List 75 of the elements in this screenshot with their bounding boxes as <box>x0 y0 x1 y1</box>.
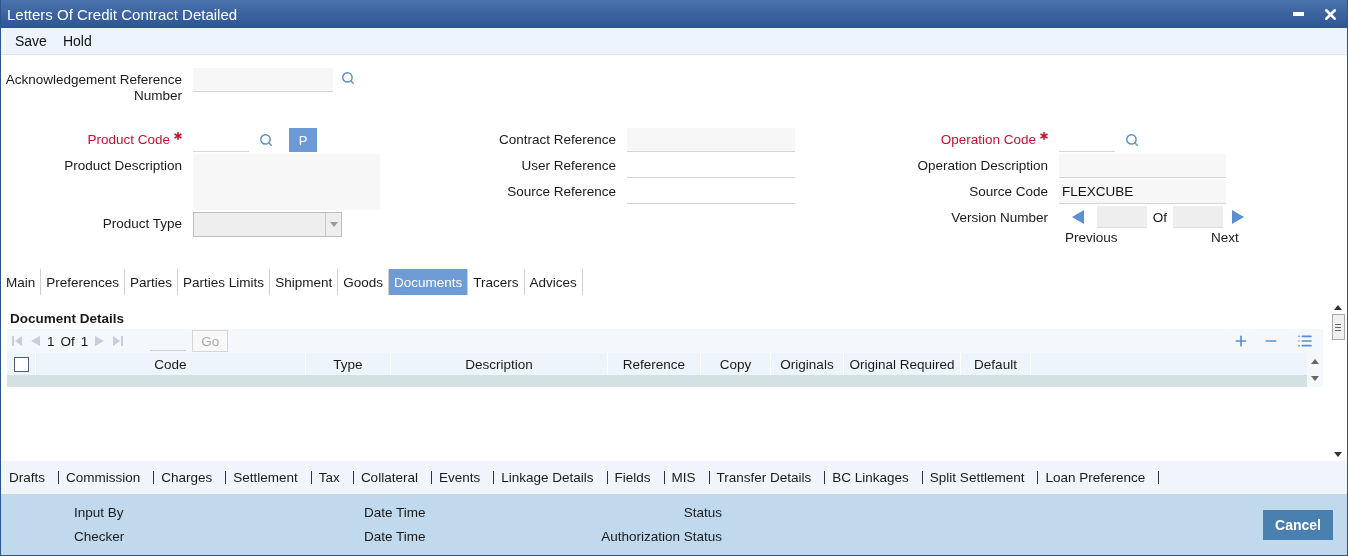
section-link[interactable]: Split Settlement <box>922 471 1039 484</box>
scroll-up-icon[interactable] <box>1311 359 1319 364</box>
tab[interactable]: Parties Limits <box>178 269 271 295</box>
required-icon <box>174 132 182 140</box>
tab[interactable]: Parties <box>125 269 179 295</box>
audit-label: Date Time <box>364 529 427 544</box>
window-title: Letters Of Credit Contract Detailed <box>7 5 238 23</box>
page-number: 1 <box>47 333 55 349</box>
toolbar-button[interactable]: Hold <box>54 33 100 49</box>
audit-label: Status <box>682 505 722 520</box>
input-field[interactable] <box>193 68 333 92</box>
section-link[interactable]: Commission <box>59 471 155 484</box>
field-label: Product Code <box>87 131 170 149</box>
toolbar-button[interactable]: Save <box>7 33 55 49</box>
search-icon[interactable] <box>341 71 355 85</box>
input-field[interactable] <box>1059 154 1226 178</box>
search-icon[interactable] <box>1125 133 1139 147</box>
list-icon[interactable] <box>1297 333 1313 349</box>
input-field[interactable] <box>1173 206 1223 228</box>
section-link[interactable]: BC Linkages <box>825 471 923 484</box>
field-label: Operation Code <box>940 131 1036 149</box>
required-icon <box>1040 132 1048 140</box>
last-page-icon[interactable] <box>112 335 125 347</box>
section-link[interactable]: Linkage Details <box>494 471 608 484</box>
field-label: Source Code <box>969 183 1048 201</box>
scrollbar-thumb[interactable] <box>1331 314 1345 340</box>
section-link[interactable]: Tax <box>311 471 354 484</box>
field-label: Product Type <box>102 215 182 233</box>
section-link[interactable]: Charges <box>154 471 227 484</box>
field-label: Acknowledgement Reference Number <box>4 72 182 104</box>
audit-label: Checker <box>74 529 126 544</box>
right-arrow-icon[interactable] <box>1232 210 1244 224</box>
page-of-label: Of <box>60 333 75 349</box>
next-label[interactable]: Next <box>1211 230 1253 245</box>
tab[interactable]: Goods <box>338 269 389 295</box>
first-page-icon[interactable] <box>11 335 23 347</box>
field-label: Version Number <box>951 209 1048 227</box>
field-label: Operation Description <box>917 157 1048 175</box>
field-label: Contract Reference <box>498 131 616 149</box>
input-field[interactable] <box>627 128 795 152</box>
section-link[interactable]: Events <box>431 471 495 484</box>
cancel-button[interactable]: Cancel <box>1263 509 1333 540</box>
left-arrow-icon[interactable] <box>1072 210 1084 224</box>
add-icon[interactable] <box>1233 333 1249 349</box>
input-field[interactable]: FLEXCUBE <box>1059 180 1226 204</box>
scroll-up-icon[interactable] <box>1334 305 1342 310</box>
section-link[interactable]: Collateral <box>353 471 432 484</box>
section-link[interactable]: Drafts <box>2 471 59 484</box>
field-label: Source Reference <box>507 183 616 201</box>
checkbox[interactable] <box>13 356 29 372</box>
of-label: Of <box>1151 209 1169 225</box>
field-label: User Reference <box>521 157 616 175</box>
field-label: Product Description <box>64 157 182 175</box>
tab[interactable]: Main <box>1 269 42 295</box>
audit-label: Input By <box>74 505 125 520</box>
previous-page-icon[interactable] <box>29 335 41 347</box>
audit-label: Authorization Status <box>600 529 722 544</box>
tab[interactable]: Tracers <box>468 269 525 295</box>
search-icon[interactable] <box>259 133 273 147</box>
minimize-icon[interactable] <box>1293 12 1304 16</box>
section-link[interactable]: Settlement <box>226 471 312 484</box>
section-link[interactable]: Loan Preference <box>1038 471 1160 484</box>
scroll-down-icon[interactable] <box>1311 376 1319 381</box>
scroll-down-icon[interactable] <box>1334 452 1342 457</box>
tab[interactable]: Advices <box>524 269 583 295</box>
section-link[interactable]: Fields <box>607 471 665 484</box>
section-title: Document Details <box>9 310 126 328</box>
previous-label[interactable]: Previous <box>1059 230 1147 245</box>
audit-label: Date Time <box>364 505 427 520</box>
page-total: 1 <box>80 333 89 349</box>
section-link[interactable]: Transfer Details <box>709 471 826 484</box>
input-field[interactable] <box>1097 206 1147 228</box>
section-link[interactable]: MIS <box>664 471 710 484</box>
tab[interactable]: Preferences <box>41 269 126 295</box>
tab[interactable]: Shipment <box>270 269 339 295</box>
